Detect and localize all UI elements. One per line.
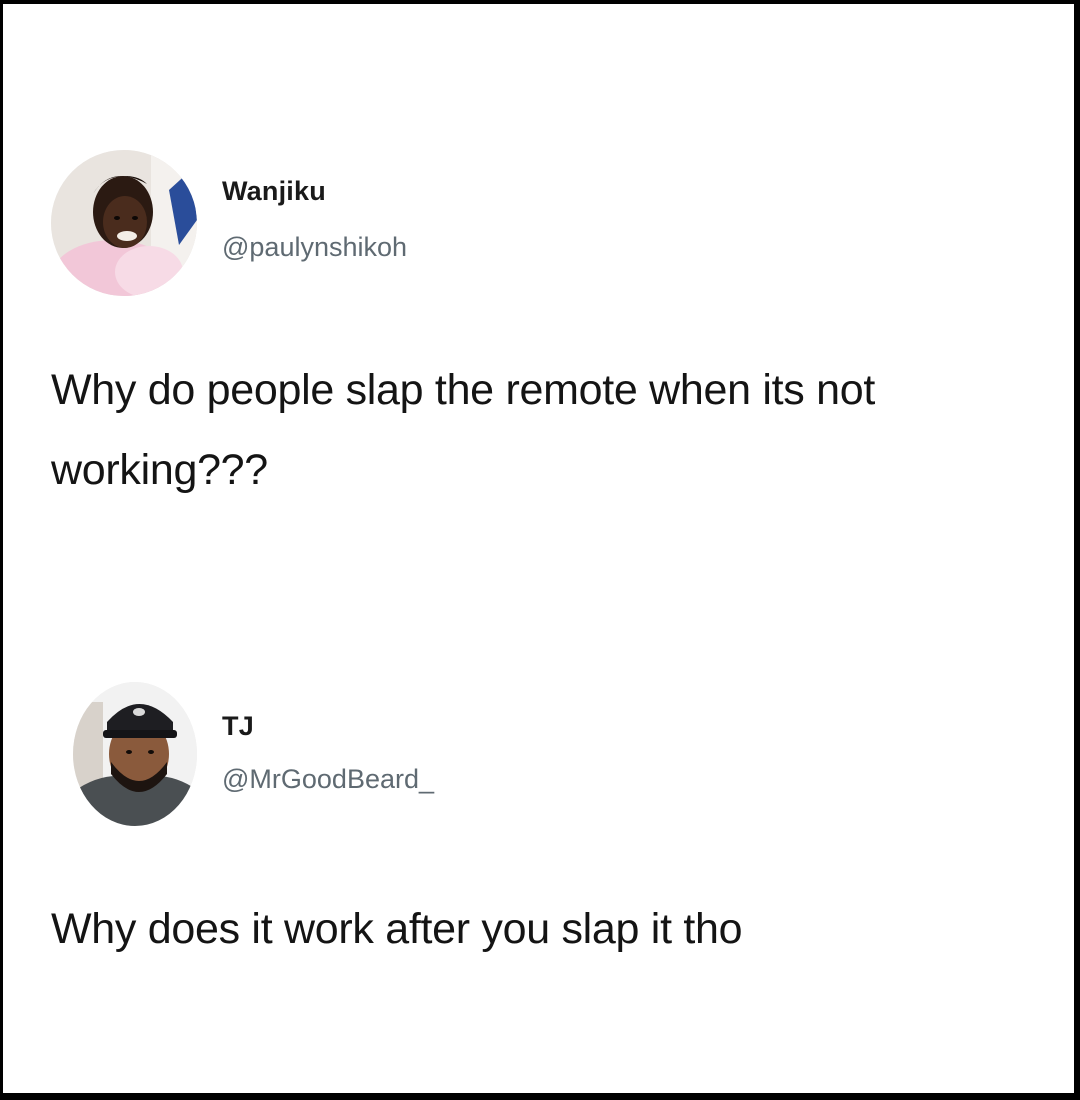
avatar[interactable] (51, 150, 197, 296)
profile-photo-icon (51, 150, 197, 296)
screenshot-frame: Wanjiku @paulynshikoh Why do people slap… (3, 4, 1074, 1093)
avatar[interactable] (73, 682, 197, 826)
tweet-text: Why do people slap the remote when its n… (51, 366, 875, 494)
profile-photo-icon (73, 682, 197, 826)
user-handle[interactable]: @paulynshikoh (222, 232, 407, 263)
user-handle[interactable]: @MrGoodBeard_ (222, 764, 434, 795)
display-name[interactable]: TJ (222, 711, 254, 742)
tweet-text: Why does it work after you slap it tho (51, 905, 743, 953)
display-name[interactable]: Wanjiku (222, 176, 326, 207)
tweet-reply: TJ @MrGoodBeard_ Why does it work after … (3, 564, 1074, 1093)
tweet-original: Wanjiku @paulynshikoh Why do people slap… (3, 4, 1074, 564)
